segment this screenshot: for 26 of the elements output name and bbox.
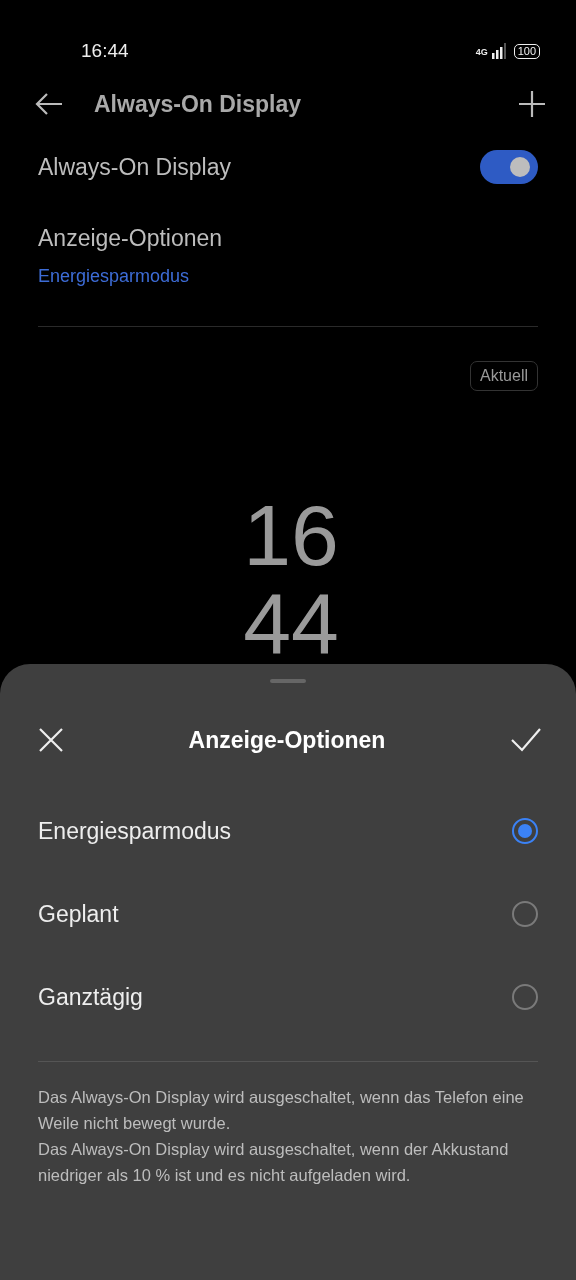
option-row[interactable]: Geplant bbox=[0, 872, 576, 956]
clock-hours: 16 bbox=[243, 491, 339, 579]
close-button[interactable] bbox=[38, 727, 64, 754]
setting-value: Energiesparmodus bbox=[38, 265, 190, 288]
drag-handle[interactable] bbox=[270, 679, 306, 683]
battery-indicator: 100 bbox=[513, 43, 540, 59]
option-row[interactable]: Ganztägig bbox=[0, 955, 576, 1039]
setting-label: Always-On Display bbox=[38, 153, 231, 182]
status-time: 16:44 bbox=[81, 38, 129, 63]
current-badge[interactable]: Aktuell bbox=[469, 361, 538, 391]
info-text: Das Always-On Display wird ausgeschaltet, wenn das Telefon eine Weile nicht bewegt wurde. bbox=[38, 1086, 525, 1134]
option-row[interactable]: Energiesparmodus bbox=[0, 789, 576, 873]
clock-minutes: 44 bbox=[243, 579, 339, 667]
back-button[interactable] bbox=[34, 91, 64, 117]
toggle-switch[interactable] bbox=[480, 150, 538, 185]
signal-icon bbox=[491, 43, 506, 59]
sheet-title: Anzeige-Optionen bbox=[188, 726, 386, 755]
radio-button[interactable] bbox=[512, 901, 538, 927]
page-title: Always-On Display bbox=[94, 89, 303, 119]
info-text: Das Always-On Display wird ausgeschaltet, wenn der Akkustand niedriger als 10 % ist und es nicht aufgeladen wird. bbox=[38, 1138, 510, 1186]
radio-button[interactable] bbox=[512, 984, 538, 1010]
network-label: 4G bbox=[475, 45, 488, 59]
setting-label[interactable]: Anzeige-Optionen bbox=[38, 220, 223, 255]
add-button[interactable] bbox=[518, 90, 546, 118]
confirm-button[interactable] bbox=[510, 727, 542, 754]
radio-button[interactable] bbox=[512, 818, 538, 844]
